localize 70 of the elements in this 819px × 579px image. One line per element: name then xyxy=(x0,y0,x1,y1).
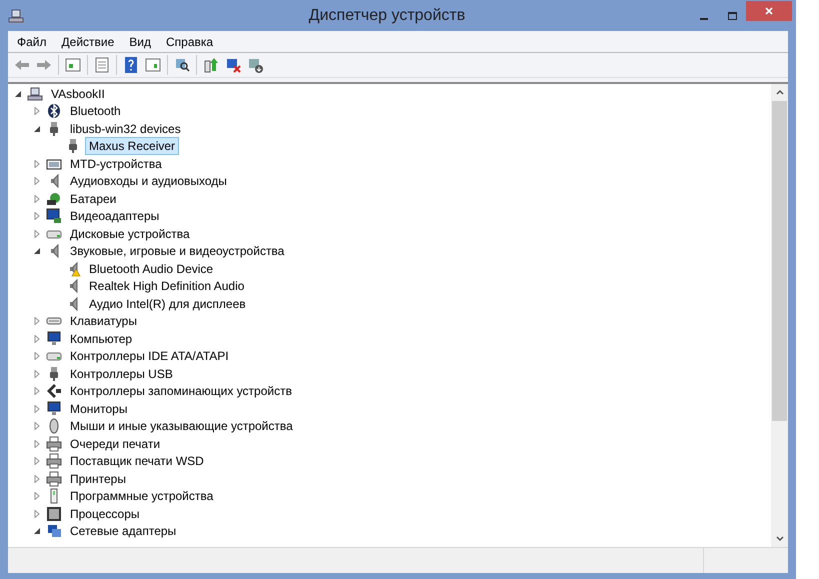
tree-item[interactable]: Звуковые, игровые и видеоустройства xyxy=(66,242,288,260)
expand-arrow-icon[interactable] xyxy=(33,457,41,466)
printer-icon xyxy=(46,436,62,452)
expand-arrow-icon[interactable] xyxy=(33,510,41,518)
tree-item[interactable]: Программные устройства xyxy=(66,487,218,506)
menu-item[interactable]: Справка xyxy=(166,32,214,50)
expand-arrow-icon[interactable] xyxy=(33,177,41,186)
menu-item[interactable]: Файл xyxy=(17,32,47,50)
close-button[interactable] xyxy=(746,0,792,20)
expand-arrow-icon[interactable] xyxy=(33,370,41,378)
processor-icon xyxy=(46,506,62,522)
collapse-arrow-icon[interactable] xyxy=(33,124,41,133)
expand-arrow-icon[interactable] xyxy=(33,160,41,168)
tree-item[interactable]: Видеоадаптеры xyxy=(66,207,164,226)
computer-icon xyxy=(27,86,43,102)
tree-item[interactable]: VAsbookII xyxy=(47,84,109,103)
printer-icon xyxy=(46,453,62,470)
tree-item[interactable]: Поставщик печати WSD xyxy=(66,452,208,470)
tree-item[interactable]: Maxus Receiver xyxy=(85,137,180,156)
bluetooth-icon xyxy=(46,103,62,120)
collapse-arrow-icon[interactable] xyxy=(33,247,41,256)
expand-arrow-icon[interactable] xyxy=(33,492,41,500)
scrollbar[interactable] xyxy=(771,84,788,547)
tree-item[interactable]: Realtek High Definition Audio xyxy=(85,277,248,296)
expand-arrow-icon[interactable] xyxy=(33,387,41,396)
tree-item[interactable]: Процессоры xyxy=(66,504,144,523)
tree-item[interactable]: Клавиатуры xyxy=(66,312,141,330)
expand-arrow-icon[interactable] xyxy=(33,194,41,203)
tree-item[interactable]: Батареи xyxy=(66,190,120,208)
tree-item[interactable]: Мониторы xyxy=(66,400,132,418)
expand-arrow-icon[interactable] xyxy=(33,440,41,448)
expand-arrow-icon[interactable] xyxy=(33,230,41,238)
tree-item[interactable]: Bluetooth xyxy=(66,102,125,120)
tree-item[interactable]: Контроллеры IDE ATA/ATAPI xyxy=(66,347,233,366)
tree-item[interactable]: Контроллеры запоминающих устройств xyxy=(66,382,296,400)
expand-arrow-icon[interactable] xyxy=(33,422,41,430)
expand-arrow-icon[interactable] xyxy=(33,474,41,483)
tree-item[interactable]: Bluetooth Audio Device xyxy=(85,260,218,278)
menu-item[interactable]: Действие xyxy=(62,32,114,50)
expand-arrow-icon[interactable] xyxy=(33,334,41,343)
tree-item[interactable]: Аудио Intel(R) для дисплеев xyxy=(85,294,250,313)
tree-item[interactable]: Компьютер xyxy=(66,330,136,348)
scroll-thumb[interactable] xyxy=(772,101,787,421)
tree-item[interactable]: Мыши и иные указывающие устройства xyxy=(66,417,297,436)
window-title: Диспетчер устройств xyxy=(308,6,466,26)
tree-item[interactable]: Контроллеры USB xyxy=(66,364,177,383)
close-icon[interactable] xyxy=(764,6,774,16)
battery-icon xyxy=(46,190,62,207)
tree-item[interactable]: libusb-win32 devices xyxy=(66,120,185,138)
expand-arrow-icon[interactable] xyxy=(33,352,41,360)
network-adapter-icon xyxy=(46,523,62,540)
tree-item[interactable]: Дисковые устройства xyxy=(66,224,194,243)
monitor-icon xyxy=(46,400,62,417)
expand-arrow-icon[interactable] xyxy=(33,212,41,220)
printer-icon xyxy=(46,470,62,487)
collapse-arrow-icon[interactable] xyxy=(14,90,22,98)
tree-item[interactable]: Очереди печати xyxy=(66,434,164,453)
collapse-arrow-icon[interactable] xyxy=(33,527,41,536)
display-adapter-icon xyxy=(46,208,62,224)
tree-item[interactable]: Аудиовходы и аудиовыходы xyxy=(66,172,231,190)
storage-controller-icon xyxy=(46,383,62,400)
expand-arrow-icon[interactable] xyxy=(33,317,41,326)
tree-item[interactable]: MTD-устройства xyxy=(66,154,166,173)
tree-item[interactable]: Сетевые адаптеры xyxy=(66,522,180,540)
monitor-icon xyxy=(46,330,62,347)
menu-item[interactable]: Вид xyxy=(129,32,151,50)
computer-icon xyxy=(8,8,24,24)
tree-item[interactable]: Принтеры xyxy=(66,470,130,488)
expand-arrow-icon[interactable] xyxy=(33,404,41,413)
expand-arrow-icon[interactable] xyxy=(33,107,41,116)
